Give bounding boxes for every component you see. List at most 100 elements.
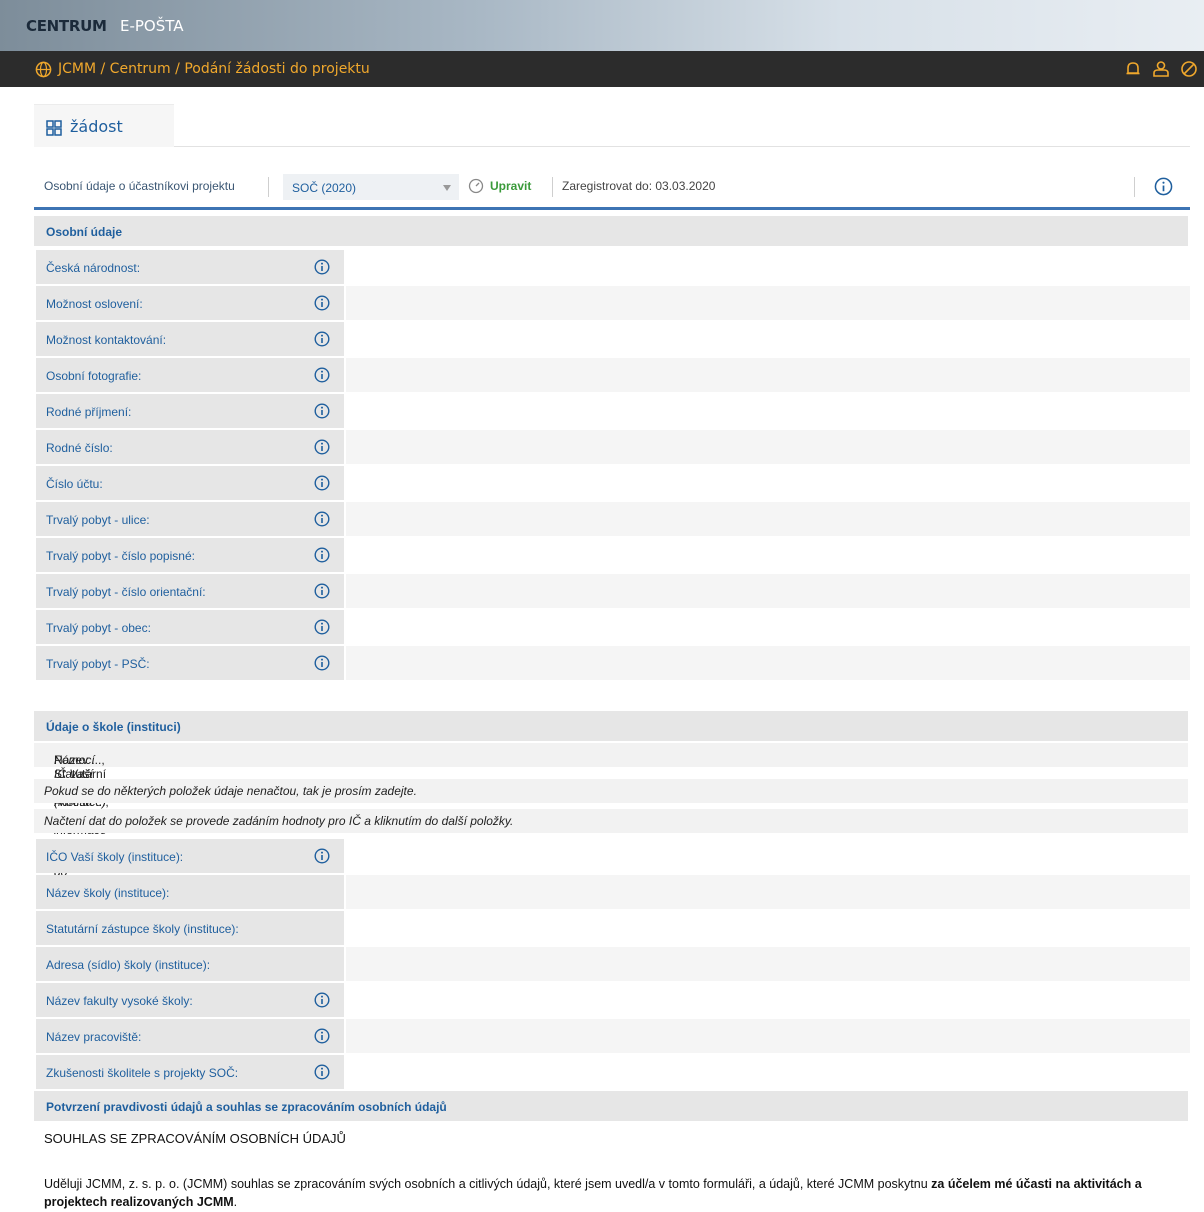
separator [1134, 177, 1135, 197]
field-label-cell: Možnost oslovení: [36, 286, 344, 320]
field-label: Rodné číslo: [46, 441, 113, 455]
field-label: Číslo účtu: [46, 477, 103, 491]
field-label: Trvalý pobyt - obec: [46, 621, 151, 635]
field-input[interactable] [346, 538, 1190, 572]
field-input[interactable] [346, 911, 1190, 945]
form-row: Rodné číslo: [36, 430, 1190, 464]
field-label: Rodné příjmení: [46, 405, 132, 419]
info-icon[interactable] [314, 655, 330, 671]
field-input[interactable] [346, 839, 1190, 873]
field-label-cell: Název pracoviště: [36, 1019, 344, 1053]
field-label: Trvalý pobyt - číslo popisné: [46, 549, 195, 563]
info-icon[interactable] [314, 547, 330, 563]
field-input[interactable] [346, 430, 1190, 464]
field-input[interactable] [346, 610, 1190, 644]
info-icon[interactable] [314, 848, 330, 864]
project-select-value: SOČ (2020) [292, 181, 357, 195]
tab-label: žádost [70, 117, 123, 136]
globe-icon [35, 61, 52, 78]
form-row: Adresa (sídlo) školy (instituce): [36, 947, 1190, 981]
field-input[interactable] [346, 1055, 1190, 1089]
field-label-cell: Osobní fotografie: [36, 358, 344, 392]
form-row: Trvalý pobyt - ulice: [36, 502, 1190, 536]
info-icon[interactable] [314, 583, 330, 599]
field-label: Česká národnost: [46, 261, 141, 275]
form-row: IČO Vaší školy (instituce): [36, 839, 1190, 873]
field-label-cell: Číslo účtu: [36, 466, 344, 500]
field-label-cell: Česká národnost: [36, 250, 344, 284]
field-label: Adresa (sídlo) školy (instituce): [46, 958, 211, 972]
field-input[interactable] [346, 286, 1190, 320]
field-label-cell: Trvalý pobyt - číslo orientační: [36, 574, 344, 608]
field-input[interactable] [346, 502, 1190, 536]
info-icon[interactable] [314, 295, 330, 311]
field-input[interactable] [346, 466, 1190, 500]
form-row: Osobní fotografie: [36, 358, 1190, 392]
grid-icon [46, 120, 62, 136]
edit-button[interactable]: Upravit [490, 179, 531, 193]
field-input[interactable] [346, 875, 1190, 909]
info-icon[interactable] [314, 1064, 330, 1080]
info-icon[interactable] [314, 619, 330, 635]
field-label-cell: Rodné číslo: [36, 430, 344, 464]
breadcrumb[interactable]: JCMM / Centrum / Podání žádosti do proje… [58, 61, 370, 77]
tab-zadost[interactable]: žádost [34, 104, 174, 147]
divider-line [34, 207, 1190, 210]
user-icon[interactable] [1152, 60, 1170, 78]
info-icon[interactable] [314, 367, 330, 383]
bell-icon[interactable] [1124, 60, 1142, 78]
consent-text: Uděluji JCMM, z. s. p. o. (JCMM) souhlas… [44, 1177, 932, 1191]
nav-e-posta[interactable]: E-POŠTA [120, 17, 184, 35]
field-label-cell: Možnost kontaktování: [36, 322, 344, 356]
field-input[interactable] [346, 574, 1190, 608]
section-school-header: Údaje o škole (instituci) [34, 711, 1188, 741]
field-label: Název školy (instituce): [46, 886, 170, 900]
info-icon[interactable] [314, 331, 330, 347]
info-icon[interactable] [1154, 177, 1173, 196]
field-label: Trvalý pobyt - PSČ: [46, 657, 150, 671]
info-icon[interactable] [314, 511, 330, 527]
field-label-cell: Adresa (sídlo) školy (instituce): [36, 947, 344, 981]
section-title: Údaje o škole (instituci) [46, 720, 181, 734]
form-row: Číslo účtu: [36, 466, 1190, 500]
school-note: Pokud se do některých položek údaje nena… [34, 779, 1188, 803]
field-input[interactable] [346, 983, 1190, 1017]
field-input[interactable] [346, 250, 1190, 284]
info-icon[interactable] [314, 992, 330, 1008]
project-select[interactable]: SOČ (2020) [283, 174, 459, 200]
form-row: Rodné příjmení: [36, 394, 1190, 428]
register-deadline: Zaregistrovat do: 03.03.2020 [562, 179, 716, 193]
note-text: Pokud se do některých položek údaje nena… [44, 784, 417, 798]
toolbar-label: Osobní údaje o účastníkovi projektu [44, 179, 235, 193]
nav-centrum[interactable]: CENTRUM [26, 17, 107, 35]
field-label: Osobní fotografie: [46, 369, 142, 383]
info-icon[interactable] [314, 439, 330, 455]
tab-row: žádost [34, 104, 1190, 147]
field-label: Trvalý pobyt - číslo orientační: [46, 585, 206, 599]
info-icon[interactable] [314, 259, 330, 275]
field-input[interactable] [346, 947, 1190, 981]
form-row: Název fakulty vysoké školy: [36, 983, 1190, 1017]
section-consent-header: Potvrzení pravdivosti údajů a souhlas se… [34, 1091, 1188, 1121]
section-title: Osobní údaje [46, 225, 123, 239]
consent-paragraph: Uděluji JCMM, z. s. p. o. (JCMM) souhlas… [44, 1175, 1184, 1211]
field-input[interactable] [346, 1019, 1190, 1053]
section-personal-header: Osobní údaje [34, 216, 1188, 246]
info-icon[interactable] [314, 1028, 330, 1044]
form-row: Zkušenosti školitele s projekty SOČ: [36, 1055, 1190, 1089]
field-label: Název fakulty vysoké školy: [46, 994, 193, 1008]
info-icon[interactable] [314, 403, 330, 419]
field-input[interactable] [346, 322, 1190, 356]
logout-icon[interactable] [1180, 60, 1198, 78]
info-icon[interactable] [314, 475, 330, 491]
field-input[interactable] [346, 646, 1190, 680]
field-label: Název pracoviště: [46, 1030, 142, 1044]
school-note: Načtení dat do položek se provede zadání… [34, 809, 1188, 833]
form-row: Možnost kontaktování: [36, 322, 1190, 356]
field-input[interactable] [346, 358, 1190, 392]
form-row: Název pracoviště: [36, 1019, 1190, 1053]
breadcrumb-bar: JCMM / Centrum / Podání žádosti do proje… [0, 51, 1204, 87]
field-label-cell: Trvalý pobyt - ulice: [36, 502, 344, 536]
field-input[interactable] [346, 394, 1190, 428]
timer-icon[interactable] [468, 178, 484, 194]
